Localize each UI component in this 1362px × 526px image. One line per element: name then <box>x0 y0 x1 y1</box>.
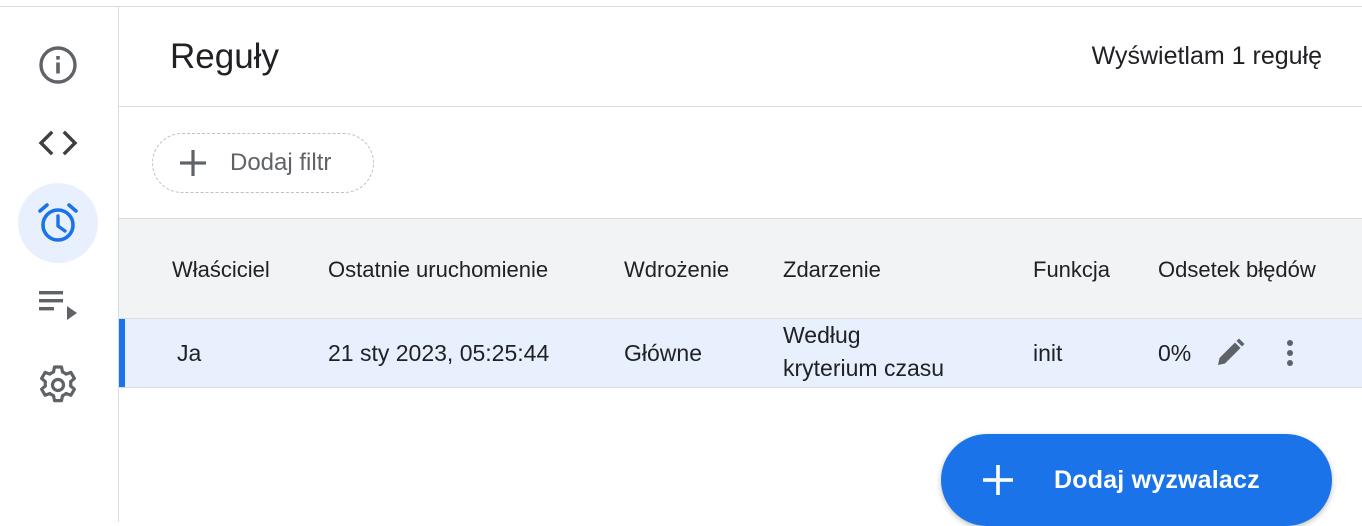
code-icon <box>38 130 78 156</box>
gear-icon <box>40 365 76 403</box>
sidebar-item-triggers[interactable] <box>18 183 98 263</box>
row-selection-indicator <box>119 319 125 387</box>
cell-error-rate: 0% <box>1158 340 1192 366</box>
cell-last-run: 21 sty 2023, 05:25:44 <box>328 340 550 366</box>
add-trigger-label: Dodaj wyzwalacz <box>1054 465 1260 494</box>
more-vert-icon <box>1287 340 1293 366</box>
alarm-clock-icon <box>38 203 78 242</box>
cell-function: init <box>1033 340 1063 366</box>
filter-bar: Dodaj filtr <box>119 107 1362 219</box>
column-header-error-rate[interactable]: Odsetek błędów <box>1158 257 1316 283</box>
cell-deployment: Główne <box>624 340 702 366</box>
cell-owner: Ja <box>177 340 202 366</box>
add-filter-button[interactable]: Dodaj filtr <box>152 133 374 193</box>
sidebar-item-settings[interactable] <box>18 345 98 425</box>
more-options-button[interactable] <box>1275 335 1305 371</box>
table-row[interactable]: Ja 21 sty 2023, 05:25:44 Główne Według k… <box>119 319 1362 388</box>
plus-icon <box>979 461 1017 499</box>
column-header-function[interactable]: Funkcja <box>1033 257 1110 283</box>
sidebar-item-info[interactable] <box>18 25 98 105</box>
main-content: Reguły Wyświetlam 1 regułę Dodaj filtr W… <box>119 7 1362 526</box>
page-title: Reguły <box>170 37 279 76</box>
edit-button[interactable] <box>1212 335 1248 371</box>
column-header-last-run[interactable]: Ostatnie uruchomienie <box>328 257 548 283</box>
cell-event-line2: kryterium czasu <box>783 355 945 381</box>
table-header: Właściciel Ostatnie uruchomienie Wdrożen… <box>119 219 1362 319</box>
sidebar-item-code[interactable] <box>18 103 98 183</box>
page-header: Reguły Wyświetlam 1 regułę <box>119 7 1362 107</box>
column-header-deployment[interactable]: Wdrożenie <box>624 257 729 283</box>
column-header-owner[interactable]: Właściciel <box>172 257 270 283</box>
rule-count: Wyświetlam 1 regułę <box>1091 42 1322 70</box>
playlist-play-icon <box>39 291 77 320</box>
info-icon <box>39 46 77 84</box>
plus-icon <box>178 148 208 178</box>
add-filter-label: Dodaj filtr <box>230 149 332 176</box>
pencil-icon <box>1218 338 1245 365</box>
add-trigger-button[interactable]: Dodaj wyzwalacz <box>941 434 1332 526</box>
cell-event-line1: Według <box>783 322 861 348</box>
column-header-event[interactable]: Zdarzenie <box>783 257 881 283</box>
sidebar-item-executions[interactable] <box>18 265 98 345</box>
sidebar <box>0 7 119 522</box>
